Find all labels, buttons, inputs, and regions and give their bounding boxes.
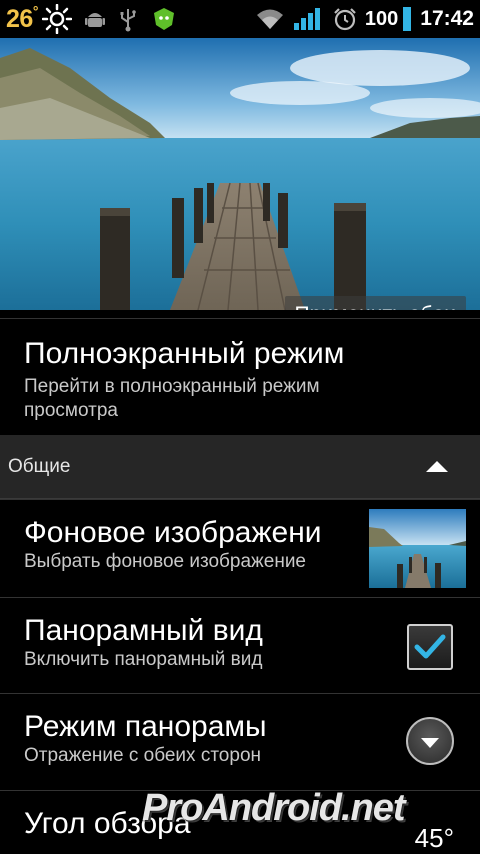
wallpaper-preview: Применить обои [0, 38, 480, 310]
antivirus-icon [152, 0, 176, 38]
android-debug-icon [84, 0, 106, 38]
wifi-icon [255, 0, 285, 38]
category-general[interactable]: Общие [0, 435, 480, 499]
alarm-icon [333, 0, 357, 38]
panorama-view-title: Панорамный вид [24, 614, 263, 647]
checkmark-icon [414, 634, 446, 659]
view-angle-value: 45° [414, 823, 454, 853]
background-thumbnail[interactable] [369, 509, 466, 588]
battery-level: 100 [364, 7, 399, 30]
panorama-view-checkbox[interactable] [407, 624, 453, 670]
chevron-down-icon [421, 737, 439, 748]
panorama-view-row[interactable]: Панорамный вид Включить панорамный вид [0, 597, 480, 693]
panorama-mode-subtitle: Отражение с обеих сторон [24, 745, 261, 766]
collapse-arrow-icon[interactable] [426, 461, 448, 472]
panorama-mode-row[interactable]: Режим панорамы Отражение с обеих сторон [0, 693, 480, 790]
weather-temperature: 26° [6, 2, 38, 33]
apply-wallpaper-button[interactable]: Применить обои [284, 296, 466, 310]
watermark: ProAndroid.net [142, 787, 406, 829]
signal-icon [293, 0, 321, 38]
pier-landscape-image [0, 38, 480, 310]
panorama-mode-title: Режим панорамы [24, 710, 267, 743]
background-image-title: Фоновое изображени [24, 516, 322, 549]
usb-icon [118, 0, 138, 38]
background-image-row[interactable]: Фоновое изображени Выбрать фоновое изобр… [0, 499, 480, 597]
clock: 17:42 [420, 7, 474, 30]
sun-icon [41, 0, 72, 38]
fullscreen-mode-row[interactable]: Полноэкранный режим Перейти в полноэкран… [0, 318, 480, 435]
status-bar: 26° 100 17:42 [0, 0, 480, 38]
category-label: Общие [8, 455, 71, 477]
panorama-view-subtitle: Включить панорамный вид [24, 649, 263, 670]
fullscreen-title: Полноэкранный режим [24, 337, 345, 370]
panorama-mode-dropdown[interactable] [406, 717, 454, 765]
fullscreen-subtitle: Перейти в полноэкранный режим просмотра [24, 376, 320, 421]
battery-icon [402, 0, 412, 38]
